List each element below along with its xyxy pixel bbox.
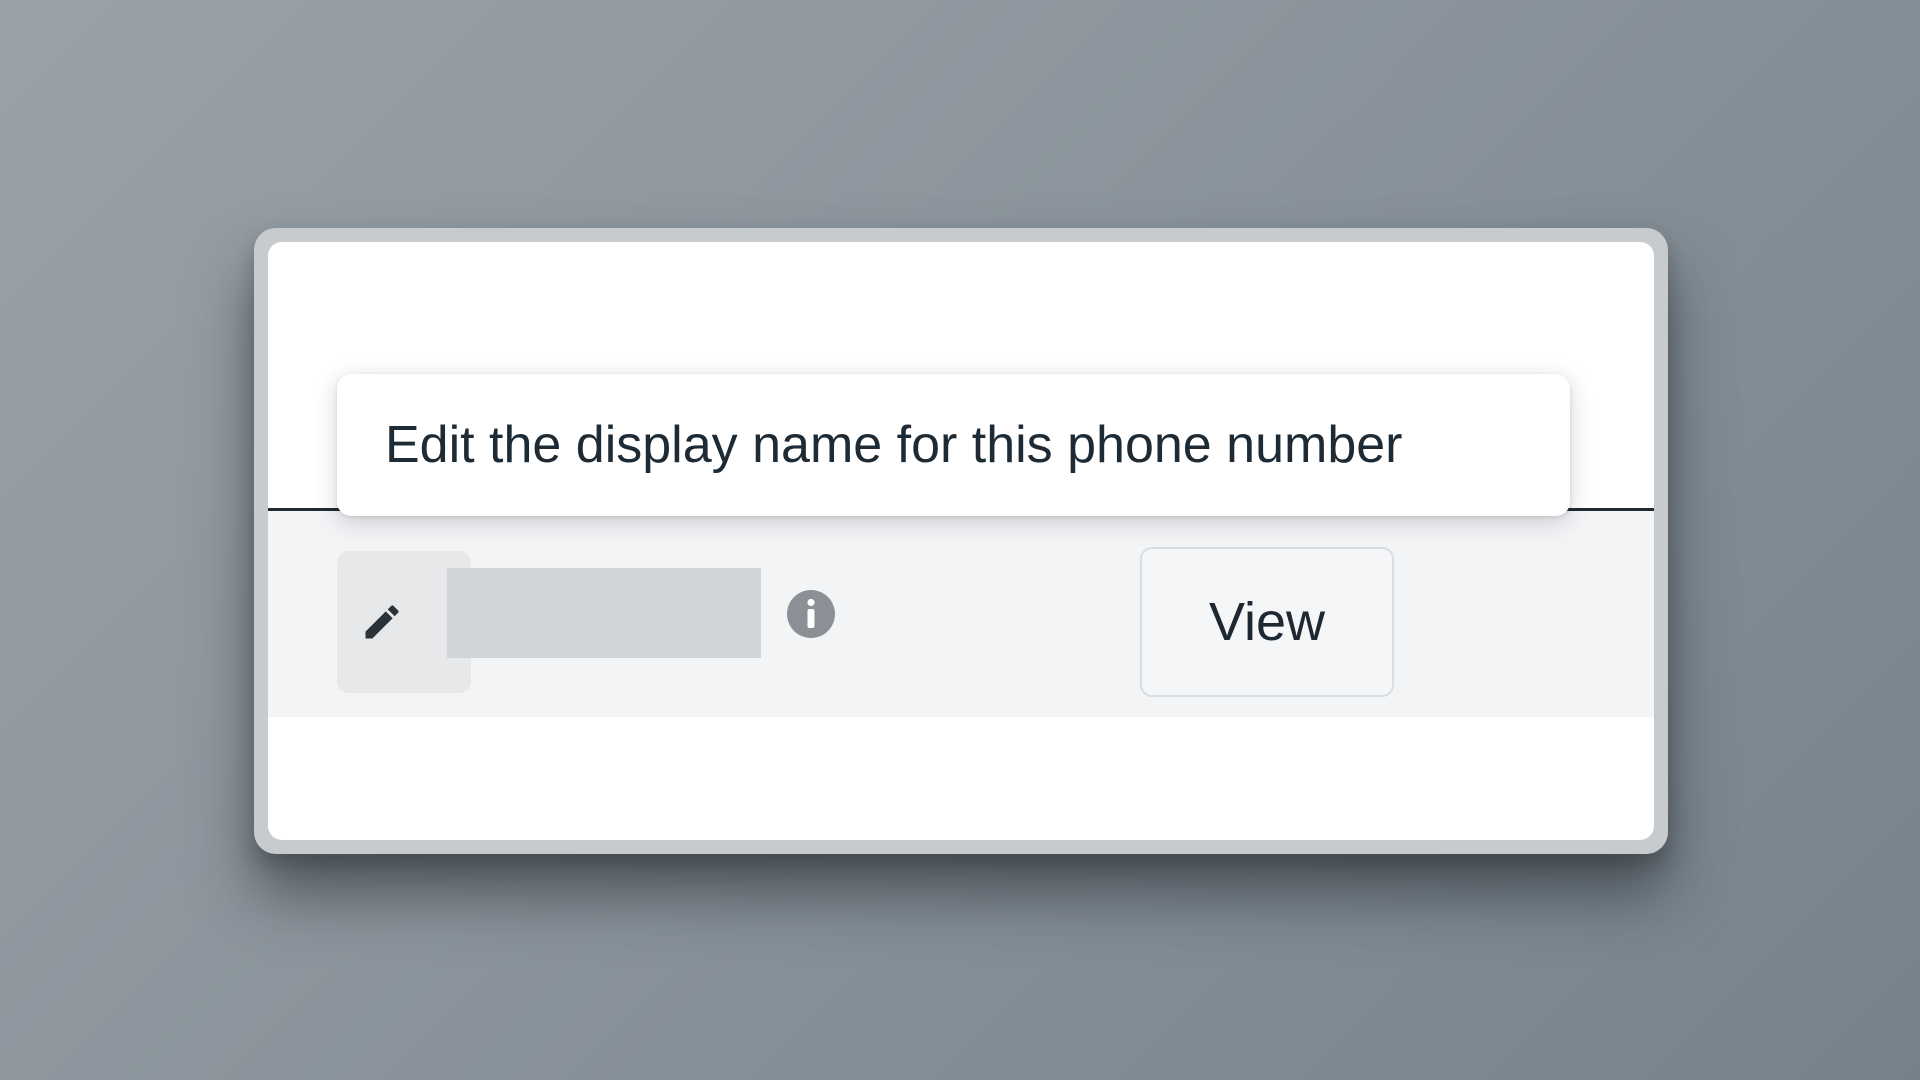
dialog-window: View Edit the display name for this phon… bbox=[268, 242, 1654, 840]
view-button[interactable]: View bbox=[1140, 547, 1394, 697]
display-name-field[interactable] bbox=[447, 568, 761, 658]
info-icon[interactable] bbox=[786, 589, 836, 639]
dialog-frame: View Edit the display name for this phon… bbox=[254, 228, 1668, 854]
pencil-icon bbox=[365, 605, 399, 639]
tooltip: Edit the display name for this phone num… bbox=[337, 374, 1570, 516]
